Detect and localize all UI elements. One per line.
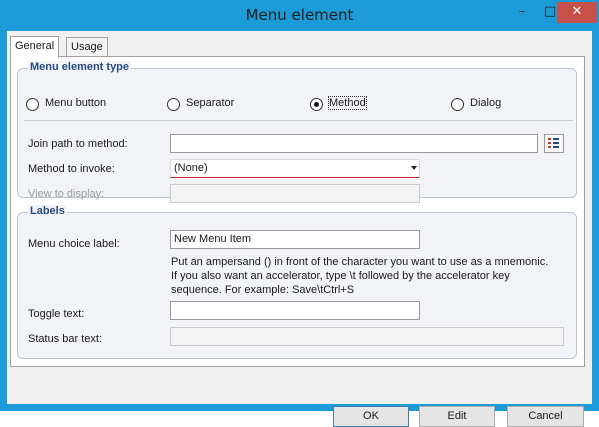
divider <box>24 120 573 121</box>
dialog-window: Menu element – □ ✕ General Usage Menu el… <box>0 0 599 427</box>
status-bar-text-label: Status bar text: <box>28 333 102 345</box>
toggle-text-label: Toggle text: <box>28 308 85 320</box>
mnemonic-hint-line-1: Put an ampersand () in front of the char… <box>171 256 549 268</box>
join-path-input[interactable] <box>170 134 538 153</box>
method-to-invoke-label: Method to invoke: <box>28 163 115 175</box>
tab-panel-general: Menu element type Menu button Separator … <box>10 56 585 367</box>
radio-label: Menu button <box>45 97 107 109</box>
join-path-label: Join path to method: <box>28 138 128 150</box>
minimize-icon[interactable]: – <box>509 2 535 23</box>
cancel-button[interactable]: Cancel <box>507 406 584 427</box>
view-to-display-label: View to display: <box>28 188 105 200</box>
tab-usage[interactable]: Usage <box>66 37 108 57</box>
radio-label: Dialog <box>470 97 502 109</box>
chevron-down-icon[interactable] <box>411 166 417 170</box>
labels-group: Labels Menu choice label: New Menu Item … <box>17 205 577 359</box>
close-icon[interactable]: ✕ <box>557 2 597 23</box>
selected-value: (None) <box>174 162 208 174</box>
radio-dot[interactable] <box>451 98 464 111</box>
group-title-menu-element-type: Menu element type <box>28 61 132 73</box>
dialog-body: General Usage Menu element type Menu but… <box>7 31 592 427</box>
edit-button[interactable]: Edit <box>419 406 495 427</box>
mnemonic-hint-line-3: sequence. For example: Save\tCtrl+S <box>171 284 355 296</box>
method-tree-icon[interactable] <box>544 134 564 153</box>
menu-element-type-group: Menu element type Menu button Separator … <box>17 61 577 203</box>
radio-label: Separator <box>186 97 235 109</box>
menu-choice-label: Menu choice label: <box>28 238 120 250</box>
radio-dot[interactable] <box>167 98 180 111</box>
method-to-invoke-select[interactable]: (None) <box>170 159 420 178</box>
group-title-labels: Labels <box>28 205 67 217</box>
radio-dot[interactable] <box>310 98 323 111</box>
mnemonic-hint-line-2: If you also want an accelerator, type \t… <box>171 270 510 282</box>
radio-label: Method <box>328 96 367 110</box>
radio-dot[interactable] <box>26 98 39 111</box>
ok-button[interactable]: OK <box>333 406 409 427</box>
toggle-text-input[interactable] <box>170 301 420 320</box>
status-bar-text-input[interactable] <box>170 327 564 346</box>
menu-choice-input[interactable]: New Menu Item <box>170 230 420 249</box>
view-to-display-input <box>170 184 420 203</box>
tab-general[interactable]: General <box>10 36 60 58</box>
title-bar[interactable]: Menu element – □ ✕ <box>1 1 598 31</box>
